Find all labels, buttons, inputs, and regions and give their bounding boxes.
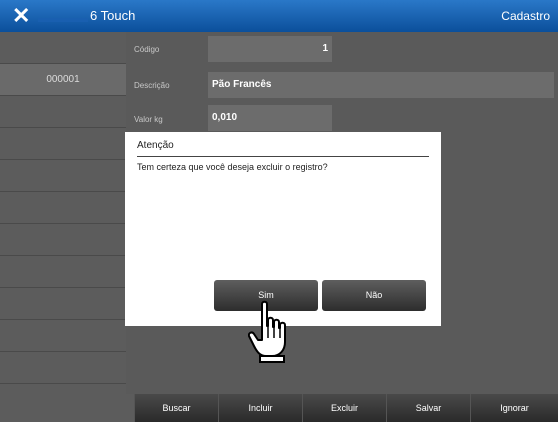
dialog-message: Tem certeza que você deseja excluir o re… <box>137 162 328 172</box>
buscar-button[interactable]: Buscar <box>134 394 218 422</box>
list-item-selected[interactable]: 000001 <box>0 64 126 96</box>
hand-pointer-icon <box>248 300 286 363</box>
list-item[interactable] <box>0 192 126 224</box>
footer-spacer <box>0 394 134 422</box>
list-item[interactable] <box>0 352 126 384</box>
codigo-field[interactable]: 1 <box>208 36 332 62</box>
footer-toolbar: Buscar Incluir Excluir Salvar Ignorar <box>0 394 558 422</box>
record-list: 000001 <box>0 32 126 394</box>
codigo-label: Código <box>134 45 160 54</box>
dialog-divider <box>137 156 429 157</box>
list-item[interactable] <box>0 224 126 256</box>
mode-title: Cadastro <box>501 9 550 23</box>
list-item[interactable] <box>0 32 126 64</box>
no-button[interactable]: Não <box>322 280 426 311</box>
excluir-button[interactable]: Excluir <box>302 394 386 422</box>
confirm-dialog: Atenção Tem certeza que você deseja excl… <box>125 132 441 326</box>
valor-kg-label: Valor kg <box>134 115 163 124</box>
list-item[interactable] <box>0 256 126 288</box>
list-item[interactable] <box>0 288 126 320</box>
incluir-button[interactable]: Incluir <box>218 394 302 422</box>
salvar-button[interactable]: Salvar <box>386 394 470 422</box>
list-item[interactable] <box>0 160 126 192</box>
top-bar: ✕ 6 Touch Cadastro <box>0 0 558 32</box>
app-title: 6 Touch <box>90 8 136 23</box>
valor-kg-field[interactable]: 0,010 <box>208 105 332 131</box>
ignorar-button[interactable]: Ignorar <box>470 394 558 422</box>
descricao-label: Descrição <box>134 81 170 90</box>
dialog-title: Atenção <box>137 140 174 151</box>
list-item[interactable] <box>0 320 126 352</box>
list-item[interactable] <box>0 128 126 160</box>
brand-accent-bar <box>38 18 88 22</box>
descricao-field[interactable]: Pão Francês <box>208 72 554 98</box>
list-item[interactable] <box>0 96 126 128</box>
close-icon[interactable]: ✕ <box>12 3 30 29</box>
